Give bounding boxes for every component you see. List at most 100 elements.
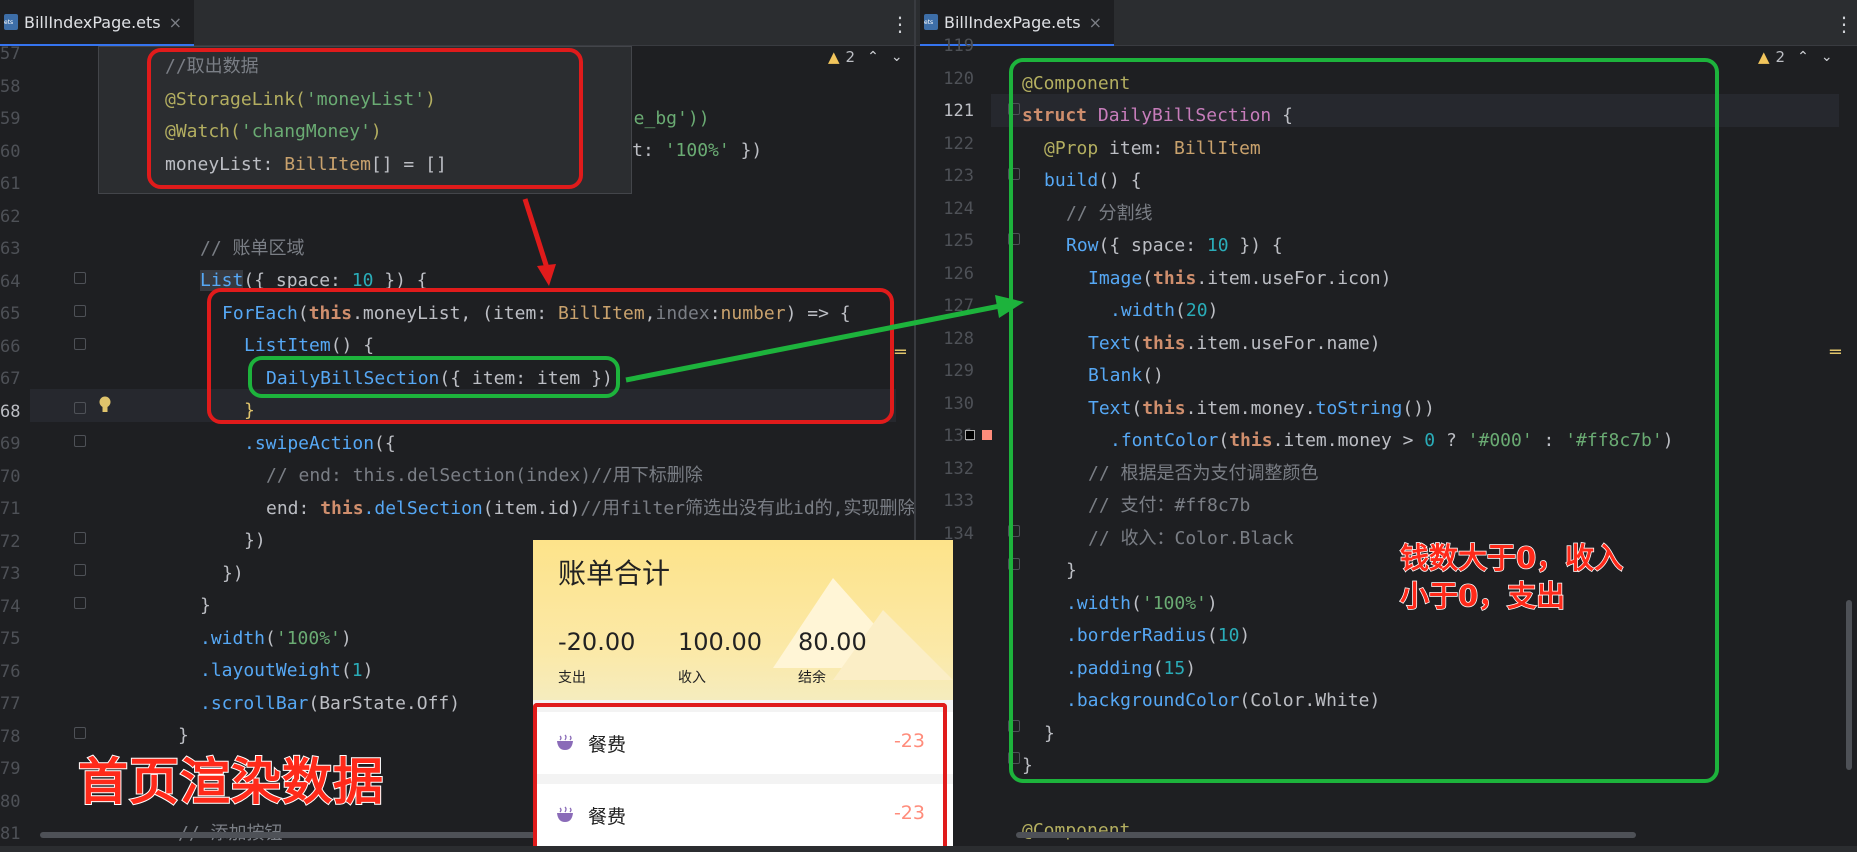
right-tab-bar: BillIndexPage.ets × ⋮ — [916, 0, 1857, 46]
lightbulb-icon[interactable] — [98, 396, 112, 414]
line-number: 120 — [943, 68, 974, 89]
warning-count: 2 — [845, 48, 856, 66]
annotation-box-component-call — [248, 356, 620, 398]
stat-balance-value: 80.00 — [798, 628, 867, 656]
close-icon[interactable]: × — [1089, 13, 1102, 32]
stat-expense-label: 支出 — [558, 670, 586, 686]
code-line-77: .scrollBar(BarState.Off) — [200, 693, 461, 714]
chevron-up-icon[interactable]: ⌃ — [867, 49, 879, 65]
annotation-box-bill-list — [533, 703, 947, 852]
more-options-icon[interactable]: ⋮ — [1834, 12, 1854, 36]
line-number: 77 — [0, 694, 21, 714]
line-number: 125 — [943, 231, 974, 251]
line-number: 119 — [943, 36, 974, 56]
ets-file-icon — [924, 14, 938, 30]
line-number: 124 — [943, 198, 974, 219]
line-number: 75 — [0, 629, 21, 649]
code-line-71: end: this.delSection(item.id)//用filter筛选… — [266, 498, 914, 519]
line-number: 79 — [0, 759, 21, 779]
line-number-gutter: 57 58 59 60 61 62 63 64 65 66 67 68 69 70 71 72 73 74 75 76… — [0, 38, 24, 851]
line-number: 71 — [0, 499, 21, 519]
fold-marker[interactable] — [74, 402, 86, 414]
line-number: 126 — [943, 263, 974, 284]
warning-icon: ▲ — [828, 48, 840, 66]
annotation-box-component-def — [1009, 58, 1719, 783]
tab-bill-index-left[interactable]: BillIndexPage.ets × — [0, 0, 195, 46]
code-line-73: }) — [222, 563, 244, 584]
chevron-up-icon[interactable]: ⌃ — [1797, 49, 1809, 65]
line-number: 59 — [0, 109, 21, 129]
change-marker: ═ — [1830, 342, 1841, 363]
status-bar — [0, 846, 1857, 852]
ets-file-icon — [4, 14, 18, 30]
stat-balance-label: 结余 — [798, 670, 826, 686]
line-number: 57 — [0, 44, 21, 64]
line-number: 58 — [0, 76, 21, 97]
annotation-home-render: 首页渲染数据 — [77, 752, 384, 812]
line-number-gutter: 119 120 121 122 123 124 125 126 127 128 129 130 131 1… — [916, 30, 986, 550]
line-number: 66 — [0, 336, 21, 357]
line-number: 74 — [0, 596, 21, 617]
more-options-icon[interactable]: ⋮ — [890, 12, 910, 36]
fold-marker[interactable] — [74, 727, 86, 739]
code-line-76: .layoutWeight(1) — [200, 660, 374, 681]
summary-title: 账单合计 — [558, 557, 671, 590]
fold-marker[interactable] — [74, 272, 86, 284]
line-number: 127 — [943, 296, 974, 316]
fold-marker[interactable] — [74, 597, 86, 609]
line-number: 68 — [0, 401, 21, 422]
line-number: 70 — [0, 466, 21, 487]
inspection-widget[interactable]: ▲ 2 ⌃ ⌄ — [828, 48, 903, 66]
horizontal-scrollbar[interactable] — [1016, 832, 1636, 838]
annotation-money-note-2: 小于0，支出 — [1399, 578, 1566, 614]
code-line-63: // 账单区域 — [200, 238, 305, 259]
change-marker: ═ — [895, 342, 906, 363]
code-line-72: }) — [244, 530, 266, 551]
line-number: 78 — [0, 726, 21, 747]
line-number: 60 — [0, 141, 21, 162]
color-swatch-red[interactable] — [982, 430, 992, 440]
fold-marker[interactable] — [74, 564, 86, 576]
code-line-70: // end: this.delSection(index)//用下标删除 — [266, 465, 703, 486]
line-number: 129 — [943, 361, 974, 381]
line-number: 121 — [943, 101, 974, 121]
close-icon[interactable]: × — [169, 13, 182, 32]
line-number: 69 — [0, 434, 21, 454]
line-number: 65 — [0, 304, 21, 324]
line-number: 132 — [943, 458, 974, 479]
fold-marker[interactable] — [74, 338, 86, 350]
summary-banner: 账单合计 -20.00 支出 100.00 收入 80.00 结余 — [533, 540, 953, 700]
line-number: 72 — [0, 531, 21, 552]
warning-count: 2 — [1775, 48, 1786, 66]
line-number: 80 — [0, 791, 21, 812]
inspection-widget[interactable]: ▲ 2 ⌃ ⌄ — [1758, 48, 1833, 66]
stat-expense-value: -20.00 — [558, 628, 636, 656]
line-number: 63 — [0, 239, 21, 259]
color-swatch-black[interactable] — [965, 430, 975, 440]
line-number: 123 — [943, 166, 974, 186]
line-number: 61 — [0, 174, 21, 194]
line-number: 76 — [0, 661, 21, 682]
stat-income-label: 收入 — [678, 670, 706, 686]
chevron-down-icon[interactable]: ⌄ — [1821, 49, 1833, 65]
tab-label: BillIndexPage.ets — [24, 12, 161, 32]
line-number: 67 — [0, 369, 21, 389]
fold-marker[interactable] — [74, 435, 86, 447]
chevron-down-icon[interactable]: ⌄ — [891, 49, 903, 65]
line-number: 73 — [0, 564, 21, 584]
line-number: 131 — [943, 426, 974, 446]
left-tab-bar: BillIndexPage.ets × ⋮ — [0, 0, 914, 46]
line-number: 122 — [943, 133, 974, 154]
fold-marker[interactable] — [74, 532, 86, 544]
annotation-money-note-1: 钱数大于0，收入 — [1399, 540, 1624, 576]
stat-income-value: 100.00 — [678, 628, 762, 656]
line-number: 64 — [0, 271, 21, 292]
vertical-scrollbar[interactable] — [1846, 600, 1852, 770]
warning-icon: ▲ — [1758, 48, 1770, 66]
line-number: 128 — [943, 328, 974, 349]
code-line-74: } — [200, 595, 211, 616]
fold-marker[interactable] — [74, 305, 86, 317]
line-number: 133 — [943, 491, 974, 511]
code-line-75: .width('100%') — [200, 628, 352, 649]
tab-label: BillIndexPage.ets — [944, 12, 1081, 32]
